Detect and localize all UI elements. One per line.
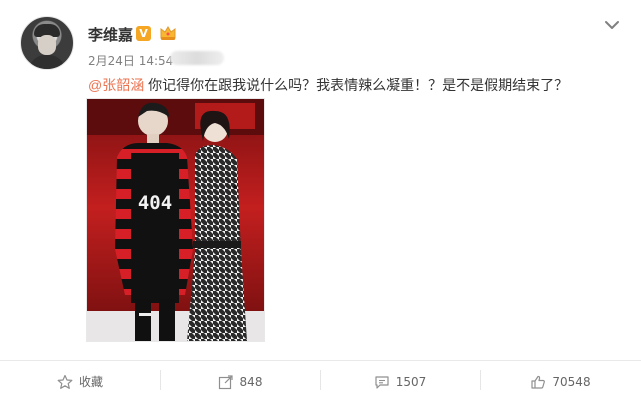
shirt-number-text: 404 (138, 192, 172, 214)
comment-count: 1507 (395, 374, 427, 389)
comment-icon (375, 375, 389, 389)
verified-icon: V (136, 26, 151, 41)
post-image-illustration: 404 (87, 99, 264, 341)
star-icon (57, 374, 73, 389)
avatar-body (29, 55, 65, 69)
avatar[interactable] (20, 16, 74, 70)
mention-link[interactable]: @张韶涵 (88, 77, 144, 93)
post-body: 你记得你在跟我说什么吗？我表情辣么凝重！？是不是假期结束了？ (144, 77, 569, 93)
share-button[interactable]: 848 (160, 361, 320, 402)
post-image[interactable]: 404 (86, 98, 265, 342)
favorite-label: 收藏 (78, 375, 103, 389)
crown-badge-icon (160, 26, 176, 40)
chevron-down-icon[interactable] (603, 16, 621, 34)
share-count: 848 (239, 374, 263, 389)
like-icon (531, 375, 546, 389)
post-text: @张韶涵 你记得你在跟我说什么吗？我表情辣么凝重！？是不是假期结束了？ (88, 75, 568, 95)
comment-button[interactable]: 1507 (320, 361, 480, 402)
like-button[interactable]: 70548 (480, 361, 641, 402)
blurred-source (170, 51, 224, 65)
favorite-button[interactable]: 收藏 (0, 361, 160, 402)
avatar-face (38, 35, 56, 55)
weibo-post-card: 李维嘉 V 2月24日 14:54 @张韶涵 你记得你在跟我说什么吗？我表情辣么… (0, 0, 641, 402)
post-timestamp[interactable]: 2月24日 14:54 (88, 52, 173, 69)
share-icon (218, 374, 233, 389)
username[interactable]: 李维嘉 (88, 24, 133, 45)
like-count: 70548 (552, 374, 591, 389)
